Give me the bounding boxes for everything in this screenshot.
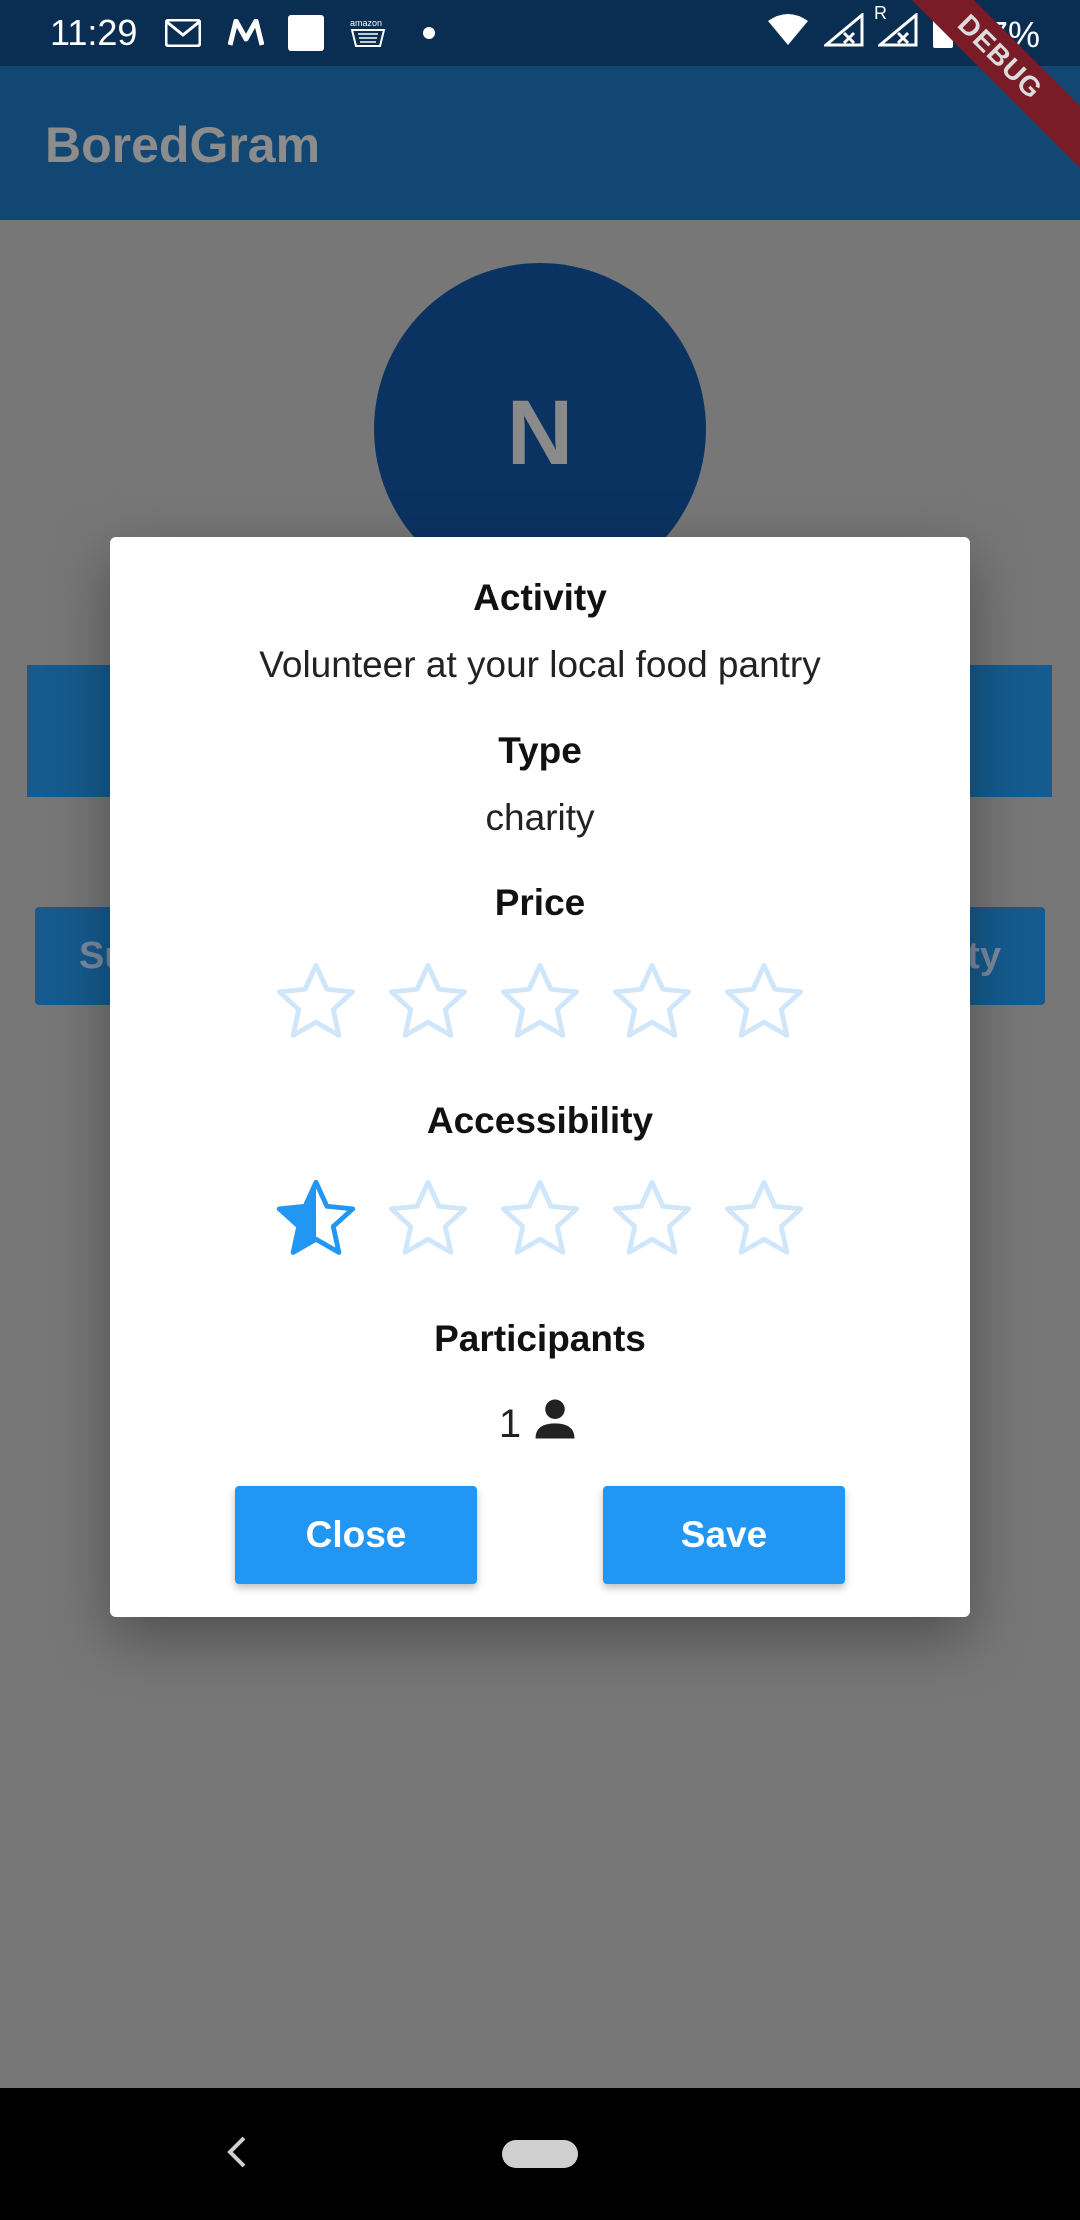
accessibility-rating — [110, 1174, 970, 1264]
star-empty-icon — [495, 1174, 585, 1264]
star-half-icon — [271, 1174, 361, 1264]
status-time: 11:29 — [50, 12, 138, 53]
amazon-icon: amazon — [348, 16, 388, 50]
type-value: charity — [485, 797, 595, 838]
activity-heading: Activity — [473, 577, 607, 618]
gmail-icon — [165, 16, 201, 50]
participants-count: 1 — [498, 1401, 522, 1446]
star-empty-icon — [719, 1174, 809, 1264]
status-bar: 11:29 amazon R 97% — [0, 0, 1080, 66]
star-empty-icon — [607, 1174, 697, 1264]
star-empty-icon — [495, 957, 585, 1047]
dot-icon — [422, 16, 436, 50]
close-button[interactable]: Close — [235, 1486, 477, 1584]
app-title: BoredGram — [45, 117, 321, 173]
accessibility-heading: Accessibility — [426, 1100, 654, 1141]
participants-heading: Participants — [434, 1318, 646, 1359]
star-empty-icon — [719, 957, 809, 1047]
activity-value: Volunteer at your local food pantry — [259, 644, 821, 685]
app-bar: BoredGram — [0, 66, 1080, 220]
svg-text:amazon: amazon — [350, 18, 382, 28]
save-button[interactable]: Save — [603, 1486, 845, 1584]
star-empty-icon — [607, 957, 697, 1047]
square-icon — [288, 15, 324, 51]
star-empty-icon — [271, 957, 361, 1047]
roaming-signal-icon: R — [874, 3, 918, 56]
type-heading: Type — [498, 730, 582, 771]
navigation-bar — [0, 2088, 1080, 2220]
price-heading: Price — [494, 882, 586, 923]
myntra-icon — [228, 16, 264, 50]
roaming-label: R — [873, 3, 887, 23]
person-icon — [529, 1393, 581, 1455]
participants-row: 1 — [110, 1393, 970, 1455]
back-icon[interactable] — [222, 2132, 252, 2177]
signal-icon — [821, 11, 864, 56]
star-empty-icon — [383, 957, 473, 1047]
home-pill-icon[interactable] — [502, 2140, 578, 2168]
star-empty-icon — [383, 1174, 473, 1264]
avatar-initial: N — [506, 382, 574, 484]
wifi-icon — [766, 13, 810, 56]
activity-dialog: Activity Volunteer at your local food pa… — [110, 537, 970, 1617]
price-rating — [110, 957, 970, 1047]
